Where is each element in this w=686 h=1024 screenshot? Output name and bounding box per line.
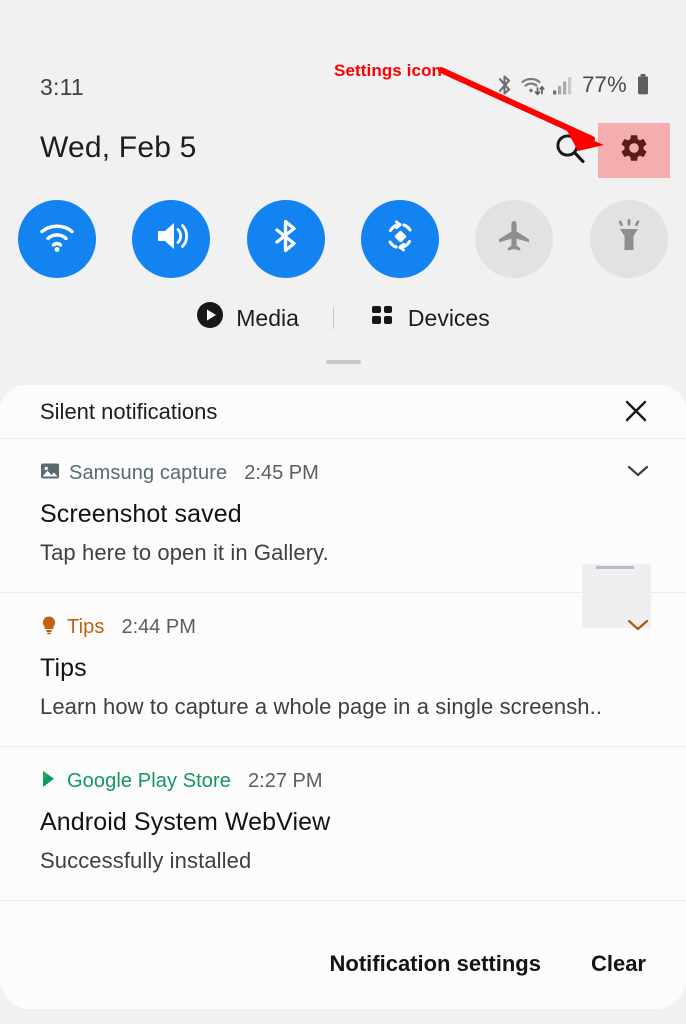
devices-button[interactable]: Devices [368, 301, 490, 335]
status-clock: 3:11 [40, 74, 84, 100]
settings-highlight-box [598, 123, 670, 178]
toggle-sound[interactable] [114, 199, 228, 278]
notification-panel: Silent notifications Samsung capture 2:4… [0, 385, 686, 1009]
actions-divider [0, 900, 686, 901]
notification-text: Successfully installed [40, 848, 252, 873]
notification-item-tips[interactable]: Tips 2:44 PM Tips Learn how to capture a… [0, 593, 686, 746]
media-devices-divider [332, 307, 334, 329]
status-icon-tray: 77% [496, 72, 650, 98]
notification-text: Tap here to open it in Gallery. [40, 540, 329, 565]
date-label: Wed, Feb 5 [40, 131, 197, 164]
media-button[interactable]: Media [196, 301, 299, 335]
media-devices-row: Media Devices [0, 298, 686, 338]
notification-header: Tips 2:44 PM [40, 615, 646, 639]
close-button[interactable] [616, 395, 656, 431]
notification-panel-header: Silent notifications [0, 385, 686, 438]
panel-drag-handle[interactable] [326, 360, 361, 364]
notification-actions: Notification settings Clear [0, 931, 686, 1009]
notification-time: 2:27 PM [248, 769, 323, 792]
notification-header: Google Play Store 2:27 PM [40, 769, 646, 793]
bluetooth-icon [496, 74, 513, 96]
silent-notifications-title: Silent notifications [40, 398, 218, 424]
chevron-down-icon [626, 463, 650, 484]
play-store-icon [40, 769, 58, 794]
notification-item-samsung-capture[interactable]: Samsung capture 2:45 PM Screenshot saved… [0, 439, 686, 628]
bluetooth-icon [264, 214, 308, 263]
gear-icon [618, 132, 650, 169]
search-icon [553, 131, 587, 170]
settings-button[interactable] [598, 123, 670, 178]
search-button[interactable] [548, 128, 592, 172]
android-quick-settings-screen: 3:11 77% Wed, Feb 5 Media Devices Silent… [0, 0, 686, 1024]
lightbulb-icon [40, 615, 58, 640]
wifi-icon [35, 214, 79, 263]
wifi-icon [520, 74, 545, 96]
devices-label: Devices [407, 304, 490, 331]
battery-icon [636, 73, 650, 97]
expand-button[interactable] [620, 613, 656, 641]
grid-squares-icon [368, 301, 396, 335]
toggle-auto-rotate[interactable] [343, 199, 457, 278]
notification-title: Tips [40, 654, 87, 682]
expand-button[interactable] [620, 459, 656, 487]
annotation-label: Settings icon [334, 61, 443, 80]
notification-app-name: Tips [67, 615, 105, 638]
notification-app-name: Samsung capture [69, 461, 228, 484]
airplane-icon [492, 214, 536, 263]
chevron-down-icon [626, 617, 650, 638]
notification-title: Android System WebView [40, 808, 331, 836]
toggle-bluetooth[interactable] [229, 199, 343, 278]
notification-item-google-play-store[interactable]: Google Play Store 2:27 PM Android System… [0, 747, 686, 900]
flashlight-icon [607, 214, 651, 263]
toggle-wifi[interactable] [0, 199, 114, 278]
quick-settings-toggles [0, 199, 686, 278]
toggle-flashlight[interactable] [571, 199, 685, 278]
close-icon [623, 398, 649, 429]
notification-settings-button[interactable]: Notification settings [330, 951, 541, 977]
auto-rotate-icon [378, 214, 422, 263]
notification-text: Learn how to capture a whole page in a s… [40, 694, 603, 719]
notification-time: 2:45 PM [244, 461, 319, 484]
battery-percent-label: 77% [582, 72, 627, 97]
clear-button[interactable]: Clear [591, 951, 646, 977]
notification-time: 2:44 PM [121, 615, 196, 638]
notification-title: Screenshot saved [40, 500, 242, 528]
media-label: Media [236, 304, 299, 331]
image-icon [40, 461, 60, 486]
notification-app-name: Google Play Store [67, 769, 232, 792]
toggle-airplane[interactable] [457, 199, 571, 278]
notification-header: Samsung capture 2:45 PM [40, 461, 646, 485]
volume-icon [149, 214, 193, 263]
signal-icon [552, 74, 572, 96]
play-circle-icon [196, 301, 224, 335]
